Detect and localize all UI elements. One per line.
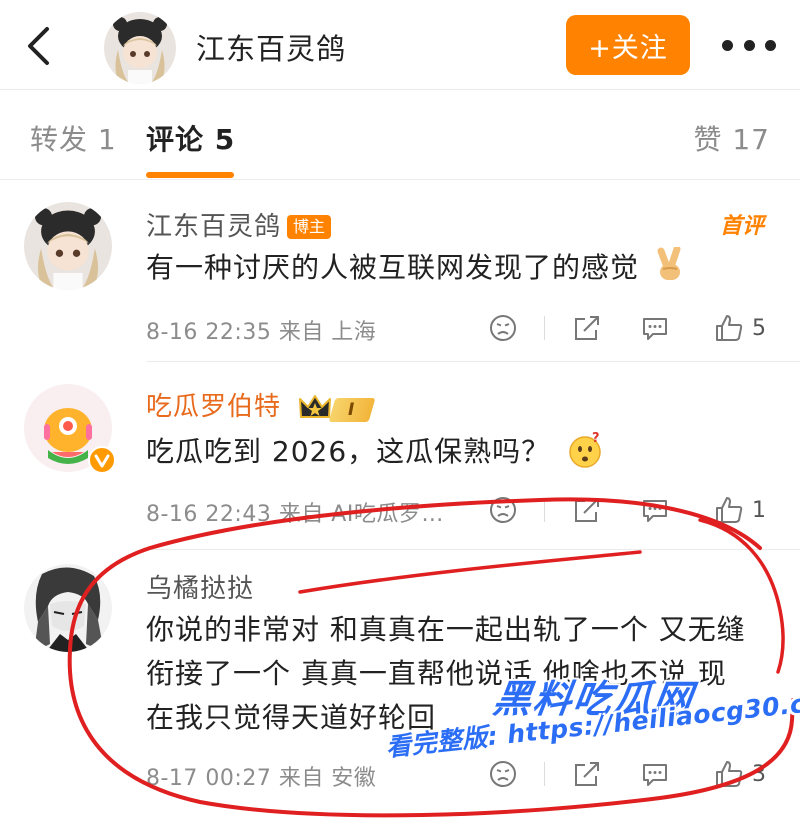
thinking-face-emoji: ? [569, 431, 601, 468]
comment-bubble-icon [643, 318, 667, 340]
comment-bubble-icon [643, 500, 667, 522]
commenter-name[interactable]: 乌橘挞挞 [146, 568, 254, 605]
share-icon [575, 498, 599, 522]
share-icon [575, 762, 599, 786]
victory-hand-emoji [657, 245, 681, 280]
like-count: 3 [752, 761, 766, 787]
dislike-button[interactable] [488, 490, 518, 530]
comment-meta: 8-16 22:35 来自 上海 [146, 320, 377, 345]
thumbs-up-icon [716, 315, 743, 341]
like-count: 5 [752, 315, 766, 341]
like-count: 1 [752, 497, 766, 523]
author-name[interactable]: 江东百灵鸽 [196, 26, 346, 68]
avatar-image [24, 564, 112, 652]
avatar-image [24, 202, 112, 290]
more-button[interactable] [722, 38, 776, 52]
tab-repost[interactable]: 转发 1 [30, 118, 117, 158]
tab-like[interactable]: 赞 17 [693, 118, 770, 158]
more-horizontal-icon [722, 39, 733, 51]
vip-level-text: I [348, 400, 356, 420]
commenter-name-text: 吃瓜罗伯特 [146, 392, 282, 422]
commenter-name[interactable]: 江东百灵鸽 博主 [146, 206, 332, 243]
share-button[interactable] [572, 754, 602, 794]
chevron-left-icon [28, 27, 49, 65]
comment-item: 江东百灵鸽 博主 首评 有一种讨厌的人被互联网发现了的感觉 8-16 22:35 … [0, 180, 800, 362]
top-bar: 江东百灵鸽 +关注 [0, 0, 800, 90]
avatar[interactable] [24, 384, 116, 474]
back-button[interactable] [18, 24, 58, 68]
comment-text: 吃瓜吃到 2026，这瓜保熟吗？ ? [146, 430, 776, 474]
share-button[interactable] [572, 308, 602, 348]
commenter-name[interactable]: 吃瓜罗伯特 I [146, 386, 376, 424]
reply-button[interactable] [640, 754, 670, 794]
active-tab-indicator [146, 172, 234, 178]
comment-text: 有一种讨厌的人被互联网发现了的感觉 [146, 245, 776, 290]
dislike-face-icon [490, 315, 516, 341]
comment-text-body: 有一种讨厌的人被互联网发现了的感觉 [146, 251, 640, 284]
thumbs-up-icon [716, 497, 743, 523]
crown-icon [299, 395, 332, 418]
tab-bar: 转发 1 评论 5 赞 17 [0, 90, 800, 180]
like-button[interactable]: 1 [714, 490, 766, 530]
svg-text:?: ? [592, 431, 601, 446]
dislike-face-icon [490, 761, 516, 787]
comment-bubble-icon [643, 764, 667, 786]
comment-actions: 3 [488, 754, 778, 794]
comment-text-line: 你说的非常对 和真真在一起出轨了一个 又无缝 [146, 613, 746, 646]
author-badge: 博主 [287, 215, 332, 239]
comment-actions: 5 [488, 308, 778, 348]
share-button[interactable] [572, 490, 602, 530]
reply-button[interactable] [640, 308, 670, 348]
comment-meta: 8-17 00:27 来自 安徽 [146, 766, 377, 791]
comment-item: 吃瓜罗伯特 I 吃瓜吃到 2026，这瓜保熟吗？ ? 8-16 22:43 来自… [0, 362, 800, 550]
thumbs-up-icon [716, 761, 743, 787]
vip-level-badge: I [298, 393, 376, 424]
dislike-face-icon [490, 497, 516, 523]
avatar-image [104, 12, 176, 84]
comment-meta: 8-16 22:43 来自 AI吃瓜罗… [146, 502, 444, 527]
follow-button[interactable]: +关注 [566, 15, 690, 75]
like-button[interactable]: 5 [714, 308, 766, 348]
author-avatar[interactable] [104, 12, 176, 84]
avatar[interactable] [24, 564, 112, 652]
comment-actions: 1 [488, 490, 778, 530]
first-comment-badge: 首评 [719, 214, 764, 239]
avatar[interactable] [24, 202, 112, 290]
comment-text-body: 吃瓜吃到 2026，这瓜保熟吗？ [146, 435, 551, 468]
dislike-button[interactable] [488, 308, 518, 348]
dislike-button[interactable] [488, 754, 518, 794]
tab-comment[interactable]: 评论 5 [146, 118, 235, 158]
share-icon [575, 316, 599, 340]
reply-button[interactable] [640, 490, 670, 530]
commenter-name-text: 江东百灵鸽 [146, 212, 282, 242]
verified-badge-icon [88, 446, 116, 474]
like-button[interactable]: 3 [714, 754, 766, 794]
